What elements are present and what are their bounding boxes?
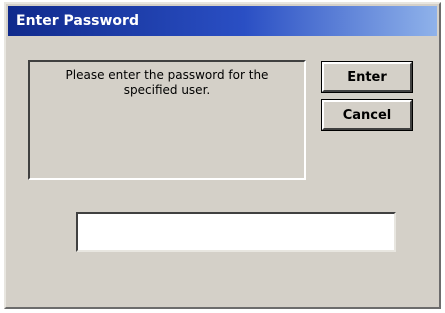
password-dialog: Enter Password Please enter the password… (4, 2, 441, 309)
message-panel: Please enter the password for the specif… (28, 60, 306, 180)
message-text: Please enter the password for the specif… (65, 68, 269, 97)
enter-button[interactable]: Enter (321, 61, 413, 93)
window-title: Enter Password (16, 13, 139, 29)
title-bar[interactable]: Enter Password (8, 6, 437, 36)
cancel-button[interactable]: Cancel (321, 99, 413, 131)
password-input[interactable] (76, 212, 396, 252)
